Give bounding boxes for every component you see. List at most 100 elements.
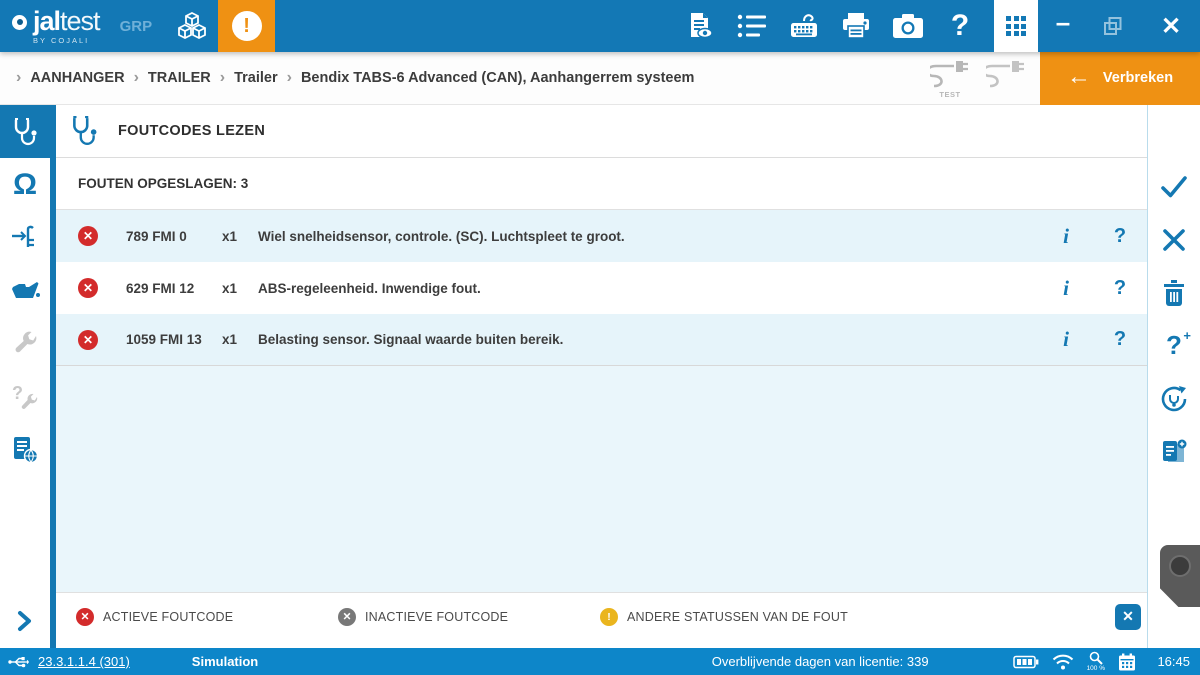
active-fault-icon: ✕ <box>78 278 98 298</box>
keyboard-icon[interactable] <box>778 0 830 52</box>
apps-grid-button[interactable] <box>994 0 1038 52</box>
sidebar-item-measurements[interactable]: Ω <box>0 158 50 211</box>
chevron-right-icon: › <box>16 69 21 87</box>
clear-faults-button[interactable] <box>1148 266 1200 319</box>
battery-icon <box>1013 655 1039 669</box>
refresh-diagnosis-icon <box>1159 384 1189 414</box>
active-fault-icon: ✕ <box>78 226 98 246</box>
help-icon[interactable]: ? <box>934 0 986 52</box>
legend-item-other: ! ANDERE STATUSSEN VAN DE FOUT <box>600 608 848 626</box>
report-viewer-icon[interactable] <box>674 0 726 52</box>
legend-item-inactive: ✕ INACTIEVE FOUTCODE <box>338 608 600 626</box>
minimize-button[interactable]: – <box>1038 0 1088 52</box>
status-bar: 23.3.1.1.4 (301) Simulation Overblijvend… <box>0 648 1200 675</box>
fault-info-button[interactable]: i <box>1039 327 1093 352</box>
restore-button[interactable] <box>1088 0 1138 52</box>
logo-byline: BY COJALI <box>33 37 100 45</box>
breadcrumb-item-aanhanger[interactable]: AANHANGER <box>30 70 124 86</box>
checklist-icon[interactable] <box>726 0 778 52</box>
close-legend-button[interactable]: ✕ <box>1115 604 1141 630</box>
fault-count: x1 <box>222 281 258 296</box>
fault-info-button[interactable]: i <box>1039 224 1093 249</box>
fault-list-empty-area <box>56 366 1147 592</box>
wrench-icon <box>12 331 38 357</box>
sidebar-item-technical-data[interactable] <box>0 423 50 476</box>
fault-count: x1 <box>222 332 258 347</box>
generate-report-button[interactable] <box>1148 425 1200 478</box>
printer-icon[interactable] <box>830 0 882 52</box>
connection-status-icons: TEST <box>930 58 1026 99</box>
calendar-icon[interactable] <box>1118 653 1136 671</box>
fault-row[interactable]: ✕ 1059 FMI 13 x1 Belasting sensor. Signa… <box>56 314 1147 366</box>
cancel-button[interactable] <box>1148 213 1200 266</box>
fault-help-button[interactable]: ? <box>1093 277 1147 300</box>
fault-help-button[interactable]: ? <box>1093 225 1147 248</box>
sidebar-item-repair <box>0 317 50 370</box>
fault-info-button[interactable]: i <box>1039 276 1093 301</box>
legend-item-active: ✕ ACTIEVE FOUTCODE <box>76 608 338 626</box>
content-panel: FOUTCODES LEZEN FOUTEN OPGESLAGEN: 3 ✕ 7… <box>56 105 1147 648</box>
breadcrumb-item-trailer-type[interactable]: TRAILER <box>148 70 211 86</box>
breadcrumb-bar: › AANHANGER › TRAILER › Trailer › Bendix… <box>0 52 1200 105</box>
chevron-right-icon <box>17 610 33 632</box>
disconnect-label: Verbreken <box>1103 70 1173 86</box>
report-plus-icon <box>1160 438 1188 466</box>
main-area: Ω ? <box>0 105 1200 648</box>
sidebar-item-diagnostics[interactable] <box>0 105 50 158</box>
breadcrumb-item-system[interactable]: Bendix TABS-6 Advanced (CAN), Aanhangerr… <box>301 70 694 86</box>
warning-icon: ! <box>232 11 262 41</box>
content-header: FOUTCODES LEZEN <box>56 105 1147 158</box>
stethoscope-icon <box>70 116 98 146</box>
logo-text-secondary: test <box>60 6 100 36</box>
confirm-button[interactable] <box>1148 160 1200 213</box>
connector-icon <box>986 58 1026 92</box>
clock-label: 16:45 <box>1148 654 1190 669</box>
breadcrumb: › AANHANGER › TRAILER › Trailer › Bendix… <box>0 69 930 87</box>
sidebar-expand-button[interactable] <box>17 610 33 632</box>
simulation-mode-label: Simulation <box>192 654 258 669</box>
wifi-icon <box>1052 654 1074 670</box>
rediagnose-button[interactable] <box>1148 372 1200 425</box>
sidebar-item-maintenance[interactable] <box>0 264 50 317</box>
sidebar-item-components[interactable] <box>0 211 50 264</box>
fault-help-button[interactable]: ? <box>1093 328 1147 351</box>
help-wrench-icon: ? <box>11 383 39 411</box>
fault-count: x1 <box>222 229 258 244</box>
fault-description: Belasting sensor. Signaal waarde buiten … <box>258 332 1039 347</box>
cross-icon <box>1162 228 1186 252</box>
grp-label: GRP <box>120 18 153 35</box>
zoom-control[interactable]: 100 % <box>1087 651 1105 673</box>
svg-text:?: ? <box>12 383 23 403</box>
warning-button[interactable]: ! <box>218 0 275 52</box>
oil-can-icon <box>10 279 40 303</box>
fault-code: 789 FMI 0 <box>126 229 222 244</box>
active-fault-icon: ✕ <box>76 608 94 626</box>
connector-test-icon: TEST <box>930 58 970 99</box>
stored-faults-header: FOUTEN OPGESLAGEN: 3 <box>56 158 1147 210</box>
sidebar-item-troubleshooting: ? <box>0 370 50 423</box>
fault-row[interactable]: ✕ 629 FMI 12 x1 ABS-regeleenheid. Inwend… <box>56 262 1147 314</box>
breadcrumb-item-trailer[interactable]: Trailer <box>234 70 278 86</box>
check-icon <box>1160 175 1188 199</box>
app-logo[interactable]: jaltest BY COJALI <box>0 0 110 52</box>
camera-icon[interactable] <box>882 0 934 52</box>
chevron-right-icon: › <box>134 69 139 87</box>
document-globe-icon <box>11 436 39 464</box>
fault-description: Wiel snelheidsensor, controle. (SC). Luc… <box>258 229 1039 244</box>
extra-help-button[interactable]: ?+ <box>1148 319 1200 372</box>
systems-cubes-icon[interactable] <box>166 0 218 52</box>
support-widget-icon <box>1169 555 1191 577</box>
chevron-right-icon: › <box>287 69 292 87</box>
disconnect-button[interactable]: ← Verbreken <box>1040 52 1200 105</box>
logo-dot-icon <box>12 15 27 30</box>
fault-row[interactable]: ✕ 789 FMI 0 x1 Wiel snelheidsensor, cont… <box>56 210 1147 262</box>
close-button[interactable]: ✕ <box>1146 0 1196 52</box>
trash-icon <box>1162 280 1186 306</box>
version-link[interactable]: 23.3.1.1.4 (301) <box>38 654 130 669</box>
usb-icon <box>8 656 30 668</box>
fault-code: 629 FMI 12 <box>126 281 222 296</box>
grid-icon <box>1006 16 1026 36</box>
fault-code: 1059 FMI 13 <box>126 332 222 347</box>
stethoscope-icon <box>12 118 38 146</box>
top-bar: jaltest BY COJALI GRP ! <box>0 0 1200 52</box>
